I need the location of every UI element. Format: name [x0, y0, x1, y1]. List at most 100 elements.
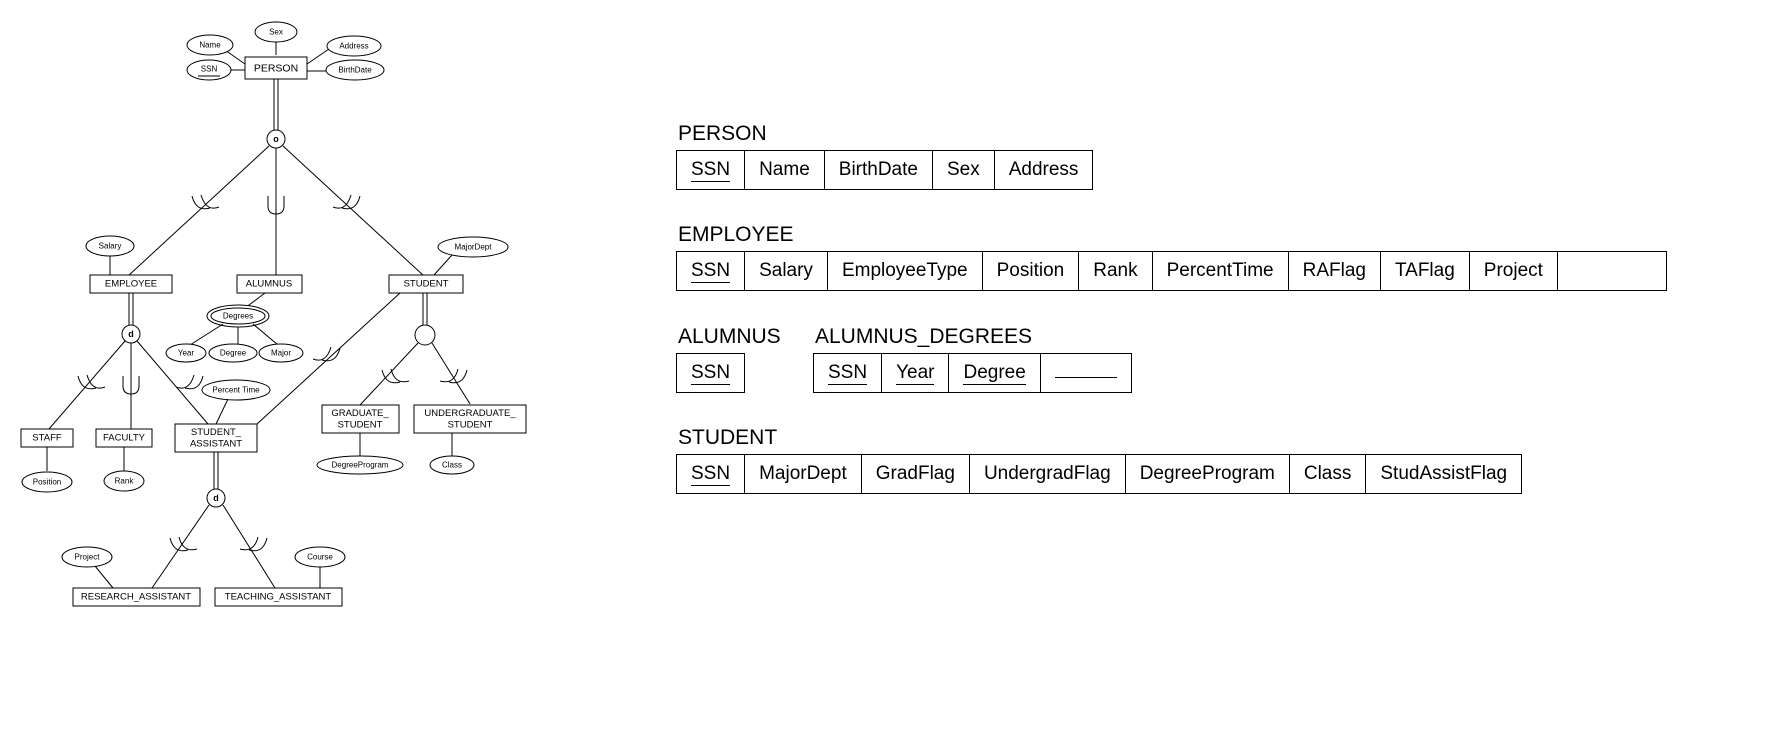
- subset-symbol-ra: [178, 536, 198, 551]
- relation-schemas: PERSON SSN Name BirthDate Sex Address EM…: [676, 0, 1776, 732]
- schema-person-title: PERSON: [678, 122, 767, 145]
- edge-spec-employee: [127, 145, 270, 277]
- attribute-major-label: Major: [271, 349, 291, 358]
- edge-student-majordept: [433, 254, 453, 276]
- schema-employee-col-blank: [1558, 252, 1666, 290]
- schema-student-col-majordept: MajorDept: [745, 455, 862, 493]
- schema-alumnus-degrees-col-degree: Degree: [949, 354, 1041, 392]
- schema-alumnus-col-ssn: SSN: [691, 362, 731, 386]
- schema-alumnus: ALUMNUS SSN: [676, 325, 781, 393]
- attribute-project-label: Project: [75, 553, 101, 562]
- attribute-name-label: Name: [199, 41, 221, 50]
- attribute-degree-label: Degree: [220, 349, 247, 358]
- subset-symbol-sa-2: [175, 374, 195, 389]
- schema-employee-col-rank: Rank: [1079, 252, 1153, 290]
- entity-faculty-label: FACULTY: [103, 433, 146, 444]
- schema-person-col-name: Name: [745, 151, 825, 189]
- schema-person-col-sex: Sex: [933, 151, 995, 189]
- schema-student-title: STUDENT: [678, 426, 778, 449]
- schema-employee-table: SSN Salary EmployeeType Position Rank Pe…: [676, 251, 1667, 291]
- attribute-sex-label: Sex: [269, 28, 283, 37]
- edge-sa-percent-time: [215, 398, 229, 425]
- entity-graduate-student-label-line2: STUDENT: [338, 420, 383, 431]
- schema-student: STUDENT SSN MajorDept GradFlag Undergrad…: [676, 426, 1523, 494]
- schema-employee: EMPLOYEE SSN Salary EmployeeType Positio…: [676, 223, 1667, 291]
- schema-alumnus-degrees-col-blank: [1041, 354, 1131, 392]
- schema-alumnus-degrees-col-year: Year: [882, 354, 950, 392]
- schema-person-col-birthdate: BirthDate: [825, 151, 933, 189]
- schema-student-table: SSN MajorDept GradFlag UndergradFlag Deg…: [676, 454, 1523, 494]
- edge-employee-staff: [48, 340, 126, 430]
- edge-sa-ra: [151, 504, 210, 589]
- schema-employee-col-percenttime: PercentTime: [1153, 252, 1289, 290]
- schema-employee-col-salary: Salary: [745, 252, 828, 290]
- edge-sa-ta: [222, 504, 276, 589]
- attribute-address-label: Address: [339, 42, 368, 51]
- eer-diagram-canvas: Sex Name SSN Address BirthDate PERSON o …: [20, 21, 527, 607]
- edge-student-grad: [359, 342, 419, 406]
- schema-person: PERSON SSN Name BirthDate Sex Address: [676, 122, 1094, 190]
- schema-person-col-address: Address: [1008, 159, 1079, 181]
- schema-student-col-undergradflag: UndergradFlag: [970, 455, 1126, 493]
- entity-research-assistant-label: RESEARCH_ASSISTANT: [81, 592, 191, 603]
- schema-employee-col-employeetype: EmployeeType: [828, 252, 983, 290]
- edge-degrees-year: [189, 323, 224, 346]
- entity-undergraduate-student-label-line2: STUDENT: [448, 420, 493, 431]
- entity-student-assistant-label-line1: STUDENT_: [191, 427, 242, 438]
- attribute-degrees-label: Degrees: [223, 312, 253, 321]
- attribute-ssn-label: SSN: [201, 65, 218, 74]
- subset-symbol-undergrad-2: [448, 369, 468, 384]
- edge-student-undergrad: [431, 342, 471, 405]
- schema-alumnus-degrees-table: SSN Year Degree: [813, 353, 1132, 393]
- specialization-circle-sa-label: d: [213, 493, 219, 503]
- entity-alumnus-label: ALUMNUS: [246, 279, 292, 290]
- attribute-class-label: Class: [442, 461, 462, 470]
- schema-person-col-ssn: SSN: [677, 151, 746, 189]
- schema-alumnus-degrees: ALUMNUS_DEGREES SSN Year Degree: [813, 325, 1132, 393]
- subset-symbol-staff-2: [86, 374, 106, 389]
- schema-employee-col-ssn: SSN: [677, 252, 746, 290]
- subset-symbol-ta: [239, 536, 259, 551]
- attribute-position-label: Position: [33, 478, 61, 487]
- attribute-rank-label: Rank: [115, 477, 135, 486]
- attribute-course-label: Course: [307, 553, 333, 562]
- schema-student-col-gradflag: GradFlag: [862, 455, 970, 493]
- attribute-majordept-label: MajorDept: [455, 243, 493, 252]
- subset-symbol-sa: [184, 375, 204, 390]
- attribute-percent-time-label: Percent Time: [212, 386, 260, 395]
- entity-graduate-student-label-line1: GRADUATE_: [331, 408, 389, 419]
- attribute-birthdate-label: BirthDate: [338, 66, 372, 75]
- schema-student-col-studassistflag: StudAssistFlag: [1380, 463, 1508, 485]
- schema-employee-col-taflag: TAFlag: [1381, 252, 1470, 290]
- schema-employee-col-project: Project: [1470, 252, 1558, 290]
- schema-employee-col-raflag: RAFlag: [1289, 252, 1381, 290]
- entity-student-assistant-label-line2: ASSISTANT: [190, 439, 242, 450]
- attribute-salary-label: Salary: [99, 242, 122, 251]
- subset-symbol-ta-2: [248, 537, 268, 552]
- schema-alumnus-degrees-title: ALUMNUS_DEGREES: [815, 325, 1033, 348]
- entity-teaching-assistant-label: TEACHING_ASSISTANT: [225, 592, 332, 603]
- schema-alumnus-title: ALUMNUS: [678, 325, 781, 348]
- schema-student-col-ssn: SSN: [677, 455, 746, 493]
- attribute-degreeprogram-label: DegreeProgram: [332, 461, 389, 470]
- entity-employee-label: EMPLOYEE: [105, 279, 157, 290]
- schema-alumnus-table: SSN: [676, 353, 746, 393]
- schema-student-col-degreeprogram: DegreeProgram: [1126, 455, 1290, 493]
- entity-undergraduate-student-label-line1: UNDERGRADUATE_: [424, 408, 516, 419]
- schema-person-table: SSN Name BirthDate Sex Address: [676, 150, 1094, 190]
- schema-alumnus-degrees-col-ssn: SSN: [814, 354, 883, 392]
- attribute-year-label: Year: [178, 349, 195, 358]
- subset-symbol-grad: [390, 368, 410, 383]
- specialization-circle-student: [414, 324, 436, 346]
- entity-person-label: PERSON: [254, 62, 298, 74]
- specialization-circle-person-label: o: [273, 134, 279, 144]
- schema-student-col-class: Class: [1290, 455, 1367, 493]
- edge-spec-student: [282, 145, 425, 277]
- edge-person-address: [306, 48, 330, 65]
- schema-employee-title: EMPLOYEE: [678, 223, 794, 246]
- eer-diagram: Sex Name SSN Address BirthDate PERSON o …: [0, 0, 640, 732]
- edge-ra-project: [94, 565, 114, 589]
- entity-staff-label: STAFF: [32, 433, 62, 444]
- entity-student-label: STUDENT: [404, 279, 449, 290]
- edge-degrees-major: [252, 323, 279, 346]
